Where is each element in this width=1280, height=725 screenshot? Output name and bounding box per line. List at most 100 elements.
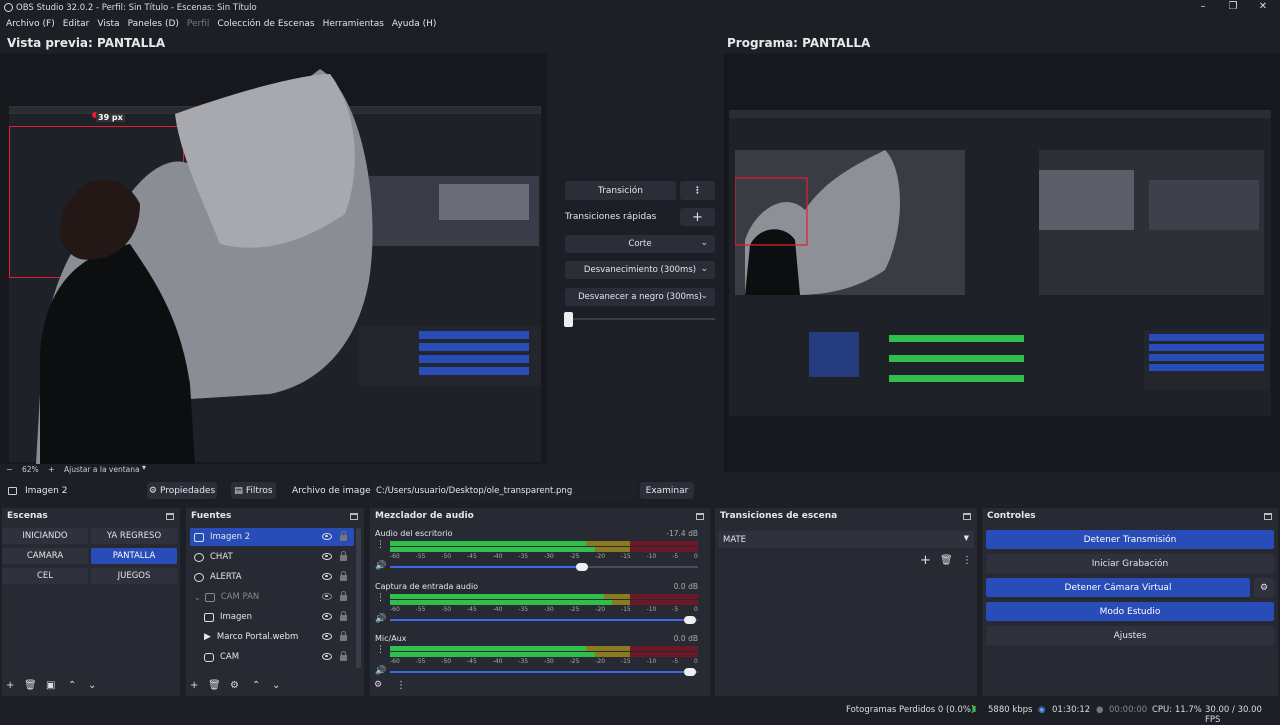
settings-button[interactable]: Ajustes: [986, 626, 1274, 645]
add-transition-icon[interactable]: +: [920, 553, 931, 568]
speaker-icon[interactable]: 🔊: [375, 561, 386, 571]
maximize-icon[interactable]: ❐: [1218, 0, 1248, 15]
tbar-track[interactable]: [565, 318, 715, 320]
start-record-button[interactable]: Iniciar Grabación: [986, 554, 1274, 573]
volume-slider[interactable]: [390, 563, 698, 571]
trash-icon[interactable]: 🗑: [940, 555, 953, 566]
channel-menu-icon[interactable]: ⋮: [376, 593, 385, 603]
move-down-icon[interactable]: ⌄: [272, 680, 280, 691]
stop-virtual-cam-button[interactable]: Detener Cámara Virtual: [986, 578, 1250, 597]
channel-menu-icon[interactable]: ⋮: [376, 540, 385, 550]
image-file-path[interactable]: C:/Users/usuario/Desktop/ole_transparent…: [371, 482, 635, 499]
move-up-icon[interactable]: ⌃: [252, 680, 260, 691]
undock-icon[interactable]: [350, 512, 358, 520]
transition-menu-icon[interactable]: ⋮: [962, 555, 972, 566]
undock-icon[interactable]: [1264, 512, 1272, 520]
gear-icon[interactable]: ⚙: [230, 680, 239, 691]
dropped-frames: Fotogramas Perdidos 0 (0.0%): [846, 705, 975, 715]
move-up-icon[interactable]: ⌃: [68, 680, 76, 691]
scene-ya-regreso[interactable]: YA REGRESO: [91, 528, 177, 544]
eye-icon[interactable]: [322, 533, 332, 540]
lock-icon[interactable]: [340, 611, 347, 621]
zoom-in-icon[interactable]: +: [48, 465, 55, 474]
source-imagen-2[interactable]: Imagen 2: [190, 528, 354, 546]
add-quick-transition-icon[interactable]: +: [680, 208, 715, 226]
source-group-cam-pan[interactable]: ⌄ CAM PAN: [190, 588, 354, 606]
eye-icon[interactable]: [322, 653, 332, 660]
fit-dropdown-icon[interactable]: ▾: [142, 463, 146, 472]
filters-button[interactable]: ▤ Filtros: [231, 482, 276, 499]
menu-archivo[interactable]: Archivo (F): [6, 19, 55, 29]
quick-transition-fade[interactable]: Desvanecimiento (300ms) ⌄: [565, 261, 715, 279]
volume-knob[interactable]: [576, 563, 588, 571]
add-source-icon[interactable]: +: [190, 680, 198, 691]
eye-icon[interactable]: [322, 553, 332, 560]
lock-icon[interactable]: [340, 591, 347, 601]
menu-perfil[interactable]: Perfil: [187, 19, 210, 29]
menu-coleccion-escenas[interactable]: Colección de Escenas: [217, 19, 314, 29]
tbar-handle[interactable]: [564, 312, 573, 327]
add-scene-icon[interactable]: +: [6, 680, 14, 691]
fit-window-button[interactable]: Ajustar a la ventana: [64, 465, 140, 474]
quick-transition-fade-black[interactable]: Desvanecer a negro (300ms) ⌄: [565, 288, 715, 306]
source-imagen[interactable]: Imagen: [190, 608, 354, 626]
speaker-icon[interactable]: 🔊: [375, 614, 386, 624]
menu-editar[interactable]: Editar: [63, 19, 90, 29]
eye-icon[interactable]: [322, 613, 332, 620]
menu-paneles[interactable]: Paneles (D): [128, 19, 179, 29]
trash-icon[interactable]: 🗑: [24, 680, 37, 691]
volume-slider[interactable]: [390, 668, 698, 676]
lock-icon[interactable]: [340, 631, 347, 641]
chevron-down-icon: ⌄: [700, 291, 708, 301]
stop-stream-button[interactable]: Detener Transmisión: [986, 530, 1274, 549]
transition-menu-icon[interactable]: ⋮: [680, 181, 715, 200]
volume-slider[interactable]: [390, 616, 698, 624]
undock-icon[interactable]: [166, 512, 174, 520]
menu-ayuda[interactable]: Ayuda (H): [392, 19, 436, 29]
scene-camara[interactable]: CAMARA: [2, 548, 88, 564]
move-down-icon[interactable]: ⌄: [88, 680, 96, 691]
mixer-settings-icon[interactable]: ⚙: [374, 680, 382, 690]
channel-menu-icon[interactable]: ⋮: [376, 645, 385, 655]
eye-hidden-icon[interactable]: [322, 593, 332, 600]
lock-icon[interactable]: [340, 531, 347, 541]
close-icon[interactable]: ✕: [1248, 0, 1278, 15]
browser-icon: [194, 552, 204, 562]
mixer-title: Mezclador de audio: [375, 511, 474, 521]
properties-button[interactable]: ⚙ Propiedades: [147, 482, 217, 499]
undock-icon[interactable]: [963, 512, 971, 520]
menu-herramientas[interactable]: Herramientas: [323, 19, 384, 29]
undock-icon[interactable]: [696, 512, 704, 520]
transition-button[interactable]: Transición: [565, 181, 676, 200]
sources-scrollbar[interactable]: [356, 528, 361, 668]
source-chat[interactable]: CHAT: [190, 548, 354, 566]
lock-icon[interactable]: [340, 551, 347, 561]
quick-transition-cut[interactable]: Corte ⌄: [565, 235, 715, 253]
lock-icon[interactable]: [340, 651, 347, 661]
studio-mode-button[interactable]: Modo Estudio: [986, 602, 1274, 621]
transition-select[interactable]: MATE ▼: [718, 531, 974, 548]
source-alerta[interactable]: ALERTA: [190, 568, 354, 586]
source-cam[interactable]: CAM: [190, 648, 354, 666]
virtual-cam-gear-icon[interactable]: ⚙: [1254, 578, 1274, 597]
scene-juegos[interactable]: JUEGOS: [91, 568, 177, 584]
volume-knob[interactable]: [684, 616, 696, 624]
volume-knob[interactable]: [684, 668, 696, 676]
trash-icon[interactable]: 🗑: [208, 680, 221, 691]
scene-pantalla[interactable]: PANTALLA: [91, 548, 177, 564]
eye-icon[interactable]: [322, 633, 332, 640]
preview-canvas[interactable]: 39 px: [0, 54, 547, 464]
zoom-out-icon[interactable]: −: [6, 465, 13, 474]
lock-icon[interactable]: [340, 571, 347, 581]
source-marco-portal[interactable]: ▶ Marco Portal.webm: [190, 628, 354, 646]
speaker-icon[interactable]: 🔊: [375, 666, 386, 676]
chevron-down-icon[interactable]: ⌄: [194, 593, 201, 602]
scene-iniciando[interactable]: INICIANDO: [2, 528, 88, 544]
scene-cel[interactable]: CEL: [2, 568, 88, 584]
minimize-icon[interactable]: –: [1188, 0, 1218, 15]
browse-button[interactable]: Examinar: [640, 482, 694, 499]
scene-filter-icon[interactable]: ▣: [46, 680, 55, 691]
mixer-menu-icon[interactable]: ⋮: [396, 680, 406, 691]
eye-icon[interactable]: [322, 573, 332, 580]
menu-vista[interactable]: Vista: [97, 19, 119, 29]
